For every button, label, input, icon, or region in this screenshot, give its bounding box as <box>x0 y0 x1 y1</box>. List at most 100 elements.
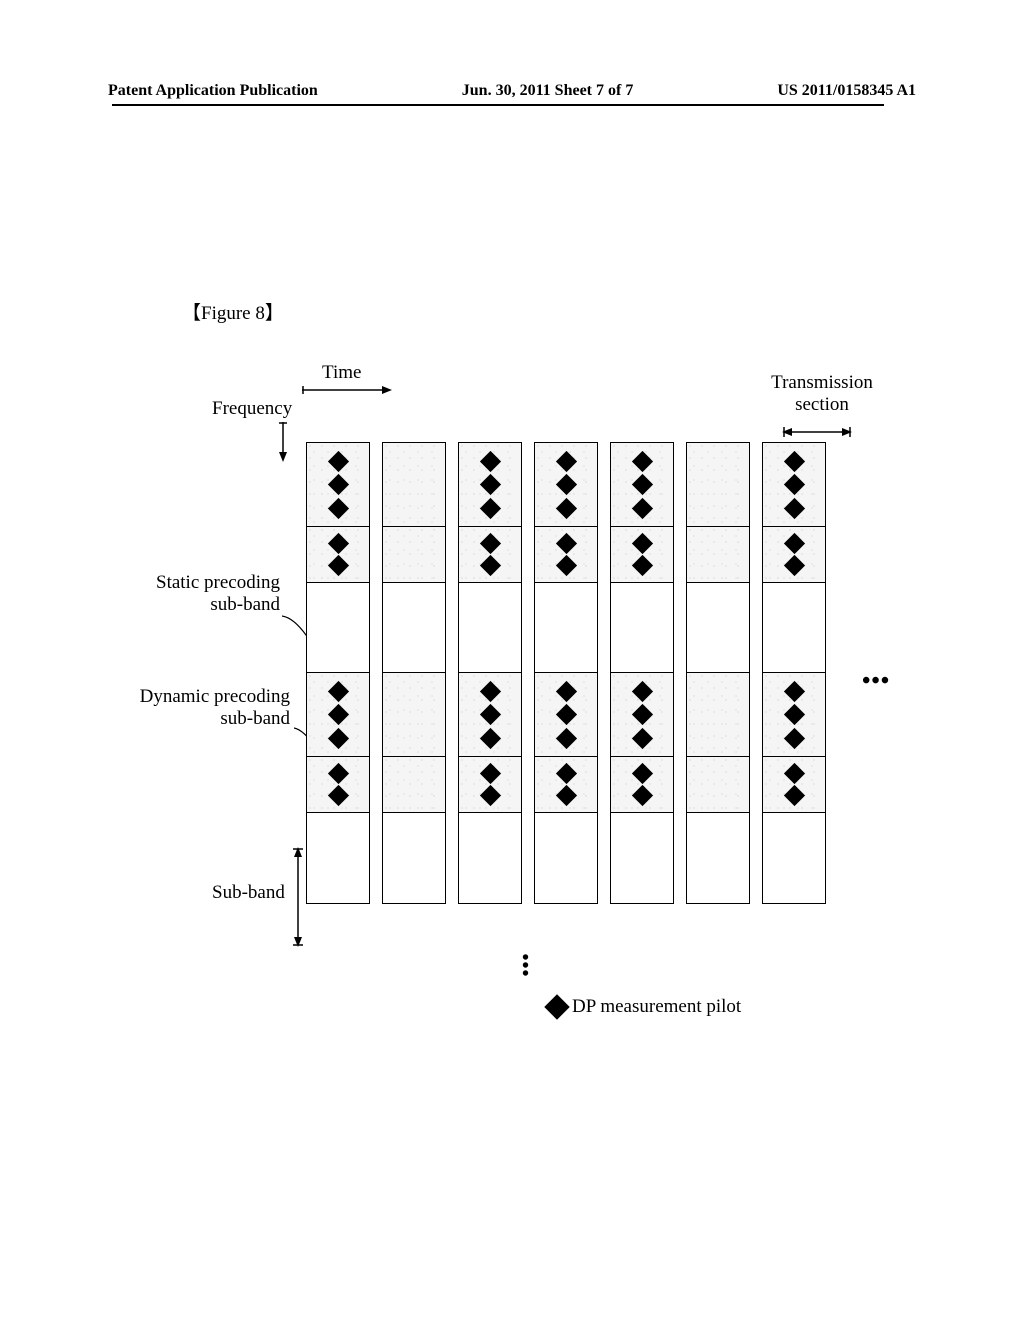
pilot-markers <box>459 443 521 526</box>
pilot-markers <box>307 673 369 756</box>
static-sub-band-cell <box>535 813 597 903</box>
dp-pilot-icon <box>631 533 652 554</box>
legend-text: DP measurement pilot <box>572 996 741 1018</box>
dynamic-sub-band-cell <box>763 757 825 813</box>
pilot-markers <box>459 757 521 812</box>
static-sub-band-cell <box>459 813 521 903</box>
dynamic-sub-band-cell <box>535 673 597 757</box>
dp-pilot-icon <box>783 763 804 784</box>
static-sub-band-cell <box>687 813 749 903</box>
dp-pilot-icon <box>555 450 576 471</box>
dp-pilot-icon <box>555 533 576 554</box>
dp-pilot-icon <box>479 785 500 806</box>
dynamic-sub-band-cell <box>535 443 597 527</box>
dynamic-sub-band-cell <box>611 757 673 813</box>
pilot-markers <box>763 527 825 582</box>
dp-pilot-icon <box>631 727 652 748</box>
dynamic-sub-band-cell <box>307 757 369 813</box>
dp-pilot-icon <box>783 727 804 748</box>
dynamic-sub-band-cell <box>763 443 825 527</box>
grid-column <box>534 442 598 904</box>
pilot-markers <box>611 673 673 756</box>
dp-pilot-icon <box>783 474 804 495</box>
dp-pilot-icon <box>327 680 348 701</box>
pilot-markers <box>535 527 597 582</box>
dp-pilot-icon <box>631 450 652 471</box>
dp-pilot-icon <box>479 474 500 495</box>
dp-pilot-icon <box>783 497 804 518</box>
sub-band-label: Sub-band <box>212 882 285 904</box>
dynamic-sub-band-cell <box>535 527 597 583</box>
dp-pilot-icon <box>327 555 348 576</box>
dp-pilot-icon <box>631 680 652 701</box>
dynamic-sub-band-cell <box>307 673 369 757</box>
dp-pilot-icon <box>327 704 348 725</box>
static-sub-band-cell <box>763 583 825 673</box>
dp-pilot-icon <box>783 533 804 554</box>
static-sub-band-cell <box>687 583 749 673</box>
pilot-markers <box>307 443 369 526</box>
dynamic-sub-band-cell <box>383 527 445 583</box>
dp-pilot-icon <box>783 555 804 576</box>
dp-pilot-icon <box>631 785 652 806</box>
grid-column <box>686 442 750 904</box>
dp-pilot-icon <box>631 704 652 725</box>
dp-pilot-icon <box>327 474 348 495</box>
grid-column <box>762 442 826 904</box>
dynamic-sub-band-cell <box>611 673 673 757</box>
dynamic-sub-band-cell <box>611 527 673 583</box>
header-rule <box>112 104 884 106</box>
dynamic-sub-band-cell <box>307 527 369 583</box>
pilot-markers <box>611 757 673 812</box>
dp-pilot-icon <box>479 680 500 701</box>
header-right: US 2011/0158345 A1 <box>777 82 916 100</box>
dp-pilot-icon <box>783 450 804 471</box>
time-axis-arrow-icon <box>302 384 392 396</box>
dynamic-sub-band-cell <box>687 527 749 583</box>
dynamic-sub-band-cell <box>763 673 825 757</box>
dp-pilot-icon <box>555 763 576 784</box>
dp-pilot-icon <box>555 785 576 806</box>
pilot-markers <box>535 673 597 756</box>
dp-pilot-icon <box>479 763 500 784</box>
grid-column <box>458 442 522 904</box>
dynamic-sub-band-cell <box>459 527 521 583</box>
dp-pilot-icon <box>555 680 576 701</box>
frequency-axis-arrow-icon <box>277 422 289 462</box>
dynamic-sub-band-cell <box>459 443 521 527</box>
dp-pilot-icon <box>479 497 500 518</box>
dp-pilot-icon <box>327 763 348 784</box>
dp-pilot-icon <box>327 533 348 554</box>
dynamic-sub-band-cell <box>383 443 445 527</box>
static-sub-band-cell <box>383 583 445 673</box>
static-sub-band-cell <box>763 813 825 903</box>
dp-pilot-icon <box>327 497 348 518</box>
dynamic-precoding-label: Dynamic precoding sub-band <box>100 686 290 730</box>
horizontal-continuation-icon: ••• <box>862 668 890 695</box>
pilot-markers <box>459 527 521 582</box>
static-sub-band-cell <box>383 813 445 903</box>
dp-pilot-icon <box>479 727 500 748</box>
dp-pilot-icon <box>631 763 652 784</box>
dp-pilot-icon <box>327 727 348 748</box>
dynamic-sub-band-cell <box>535 757 597 813</box>
page-header: Patent Application Publication Jun. 30, … <box>0 82 1024 100</box>
pilot-markers <box>459 673 521 756</box>
dp-pilot-icon <box>555 727 576 748</box>
dp-pilot-icon <box>783 785 804 806</box>
dp-pilot-icon <box>555 474 576 495</box>
diamond-marker-icon <box>544 994 569 1019</box>
static-sub-band-cell <box>535 583 597 673</box>
sub-band-extent-arrow-icon <box>292 847 304 947</box>
time-axis-label: Time <box>322 362 361 384</box>
pilot-markers <box>611 443 673 526</box>
dynamic-sub-band-cell <box>459 673 521 757</box>
dp-pilot-icon <box>555 704 576 725</box>
dp-pilot-icon <box>479 533 500 554</box>
grid-column <box>382 442 446 904</box>
dp-pilot-icon <box>479 450 500 471</box>
pilot-markers <box>611 527 673 582</box>
static-sub-band-cell <box>611 583 673 673</box>
pilot-markers <box>535 443 597 526</box>
dp-pilot-icon <box>327 785 348 806</box>
